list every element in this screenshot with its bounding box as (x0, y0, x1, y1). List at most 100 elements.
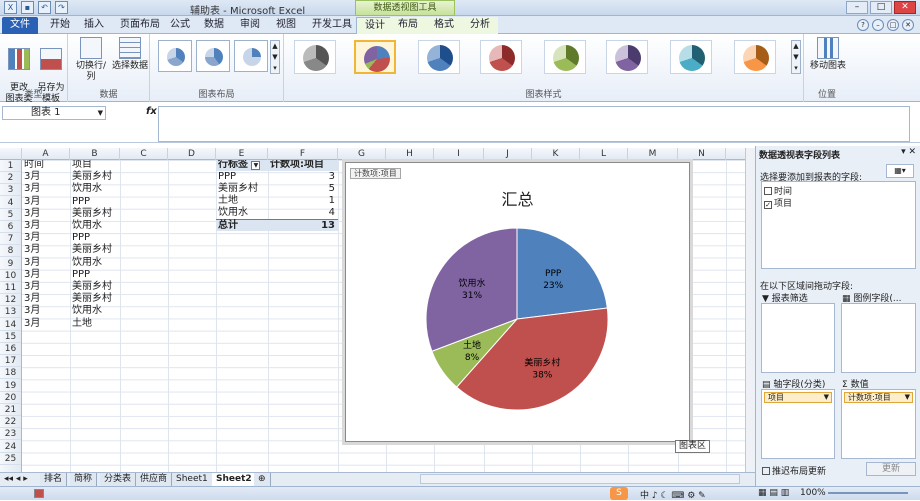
horizontal-scrollbar[interactable] (420, 474, 740, 484)
tab-formulas[interactable]: 公式 (162, 17, 198, 34)
pie-slice[interactable] (516, 227, 608, 320)
tab-design[interactable]: 设计 (356, 17, 394, 34)
row-header[interactable]: 11 (0, 282, 21, 294)
cell-time[interactable]: 3月 (22, 305, 40, 317)
switch-row-column-button[interactable]: 切换行/列 (72, 37, 110, 83)
tab-page-layout[interactable]: 页面布局 (112, 17, 168, 34)
cell-project[interactable]: PPP (70, 196, 90, 208)
tab-layout[interactable]: 布局 (390, 17, 426, 34)
pivot-row-value[interactable]: 1 (268, 195, 338, 207)
row-header[interactable]: 19 (0, 380, 21, 392)
chart-style-blue[interactable] (418, 40, 460, 74)
tab-format[interactable]: 格式 (426, 17, 462, 34)
minimize-icon[interactable]: – (846, 1, 868, 14)
cell-time[interactable]: 3月 (22, 318, 40, 330)
cell-project[interactable]: 美丽乡村 (70, 244, 112, 256)
row-header[interactable]: 3 (0, 184, 21, 197)
checkbox-unchecked[interactable] (764, 187, 772, 195)
column-header[interactable]: H (386, 148, 434, 160)
column-header[interactable]: F (268, 148, 338, 160)
cell-project[interactable]: PPP (70, 269, 90, 281)
move-chart-button[interactable]: 移动图表 (808, 37, 848, 72)
legend-fields-area[interactable] (841, 303, 916, 373)
axis-field-item[interactable]: 项目 ▼ (764, 392, 832, 403)
row-header[interactable]: 20 (0, 392, 21, 404)
column-header[interactable]: D (168, 148, 216, 160)
zoom-level[interactable]: 100% (800, 488, 826, 498)
pivot-row-value[interactable]: 3 (268, 171, 338, 183)
macro-record-icon[interactable] (34, 489, 44, 498)
values-area[interactable]: 计数项:项目 ▼ (841, 389, 916, 459)
chart-style-teal[interactable] (670, 40, 712, 74)
chart-style-orange[interactable] (734, 40, 776, 74)
row-header[interactable]: 7 (0, 233, 21, 246)
pivot-total-label[interactable]: 总计 (216, 219, 268, 231)
pivot-row-label[interactable]: PPP (216, 171, 268, 183)
cell-project[interactable]: 美丽乡村 (70, 281, 112, 293)
cell-project[interactable]: 项目 (70, 160, 92, 171)
tab-review[interactable]: 审阅 (232, 17, 268, 34)
row-header[interactable]: 13 (0, 306, 21, 319)
cell-time[interactable]: 3月 (22, 244, 40, 256)
column-header[interactable]: G (338, 148, 386, 160)
row-header[interactable]: 1 (0, 160, 21, 172)
pivot-total-value[interactable]: 13 (268, 219, 338, 231)
cell-project[interactable]: 美丽乡村 (70, 208, 112, 220)
pivot-row-value[interactable]: 5 (268, 183, 338, 195)
cell-time[interactable]: 3月 (22, 208, 40, 220)
field-item-project[interactable]: ✓ 项目 (764, 196, 792, 209)
ribbon-minimize-icon[interactable]: – (872, 19, 884, 31)
chart-style-purple[interactable] (606, 40, 648, 74)
column-header[interactable]: K (532, 148, 580, 160)
tab-home[interactable]: 开始 (42, 17, 78, 34)
chart-field-button[interactable]: 计数项:项目 (350, 168, 401, 179)
pivot-row-label-header[interactable]: 行标签 ▼ (216, 160, 268, 171)
maximize-icon[interactable]: □ (870, 1, 892, 14)
layout-thumb-1[interactable] (158, 40, 192, 72)
cell-time[interactable]: 3月 (22, 183, 40, 195)
chevron-down-icon[interactable]: ▼ (98, 107, 103, 119)
column-header[interactable]: L (580, 148, 628, 160)
cell-project[interactable]: 土地 (70, 318, 92, 330)
cell-time[interactable]: 3月 (22, 196, 40, 208)
column-header[interactable]: M (628, 148, 678, 160)
new-sheet-icon[interactable]: ⊕ (254, 473, 271, 486)
layout-options-button[interactable]: ▦▾ (886, 164, 914, 178)
column-header[interactable]: N (678, 148, 726, 160)
row-header[interactable]: 4 (0, 197, 21, 209)
cell-time[interactable]: 3月 (22, 171, 40, 183)
select-data-button[interactable]: 选择数据 (112, 37, 148, 72)
style-gallery-scroll[interactable]: ▲ ▼ ▾ (791, 40, 801, 74)
row-header[interactable]: 12 (0, 294, 21, 307)
cell-project[interactable]: 美丽乡村 (70, 293, 112, 305)
name-box[interactable]: 图表 1 ▼ (2, 106, 106, 120)
view-buttons[interactable]: ▦ ▤ ▥ (758, 488, 789, 498)
row-header[interactable]: 17 (0, 355, 21, 368)
row-header[interactable]: 8 (0, 245, 21, 258)
insert-function-icon[interactable]: fx (146, 106, 157, 117)
sheet-tab[interactable]: 简称 (70, 473, 98, 486)
row-header[interactable]: 15 (0, 331, 21, 343)
cell-time[interactable]: 3月 (22, 257, 40, 269)
vertical-scrollbar[interactable] (745, 148, 755, 474)
chart-style-red[interactable] (480, 40, 522, 74)
close-icon[interactable]: ✕ (894, 1, 916, 14)
row-header[interactable]: 10 (0, 270, 21, 282)
cell-time[interactable]: 3月 (22, 281, 40, 293)
cell-project[interactable]: 饮用水 (70, 305, 102, 317)
pivot-row-label[interactable]: 土地 (216, 195, 268, 207)
filter-dropdown-icon[interactable]: ▼ (251, 161, 261, 170)
sheet-tab[interactable]: 供应商 (136, 473, 173, 486)
sheet-nav-arrows[interactable]: ◂◂ ◂ ▸ ▸▸ (0, 473, 40, 497)
row-header[interactable]: 24 (0, 441, 21, 453)
row-header[interactable]: 23 (0, 428, 21, 441)
column-header[interactable]: E (216, 148, 268, 160)
row-header[interactable]: 18 (0, 367, 21, 380)
close-workbook-icon[interactable]: ✕ (902, 19, 914, 31)
sheet-tab-active[interactable]: Sheet2 (212, 473, 257, 486)
pivot-row-value[interactable]: 4 (268, 207, 338, 219)
cell-project[interactable]: 饮用水 (70, 257, 102, 269)
cell-time[interactable]: 3月 (22, 293, 40, 305)
sheet-tab[interactable]: Sheet1 (172, 473, 213, 486)
chevron-down-icon[interactable]: ▼ (905, 393, 910, 402)
